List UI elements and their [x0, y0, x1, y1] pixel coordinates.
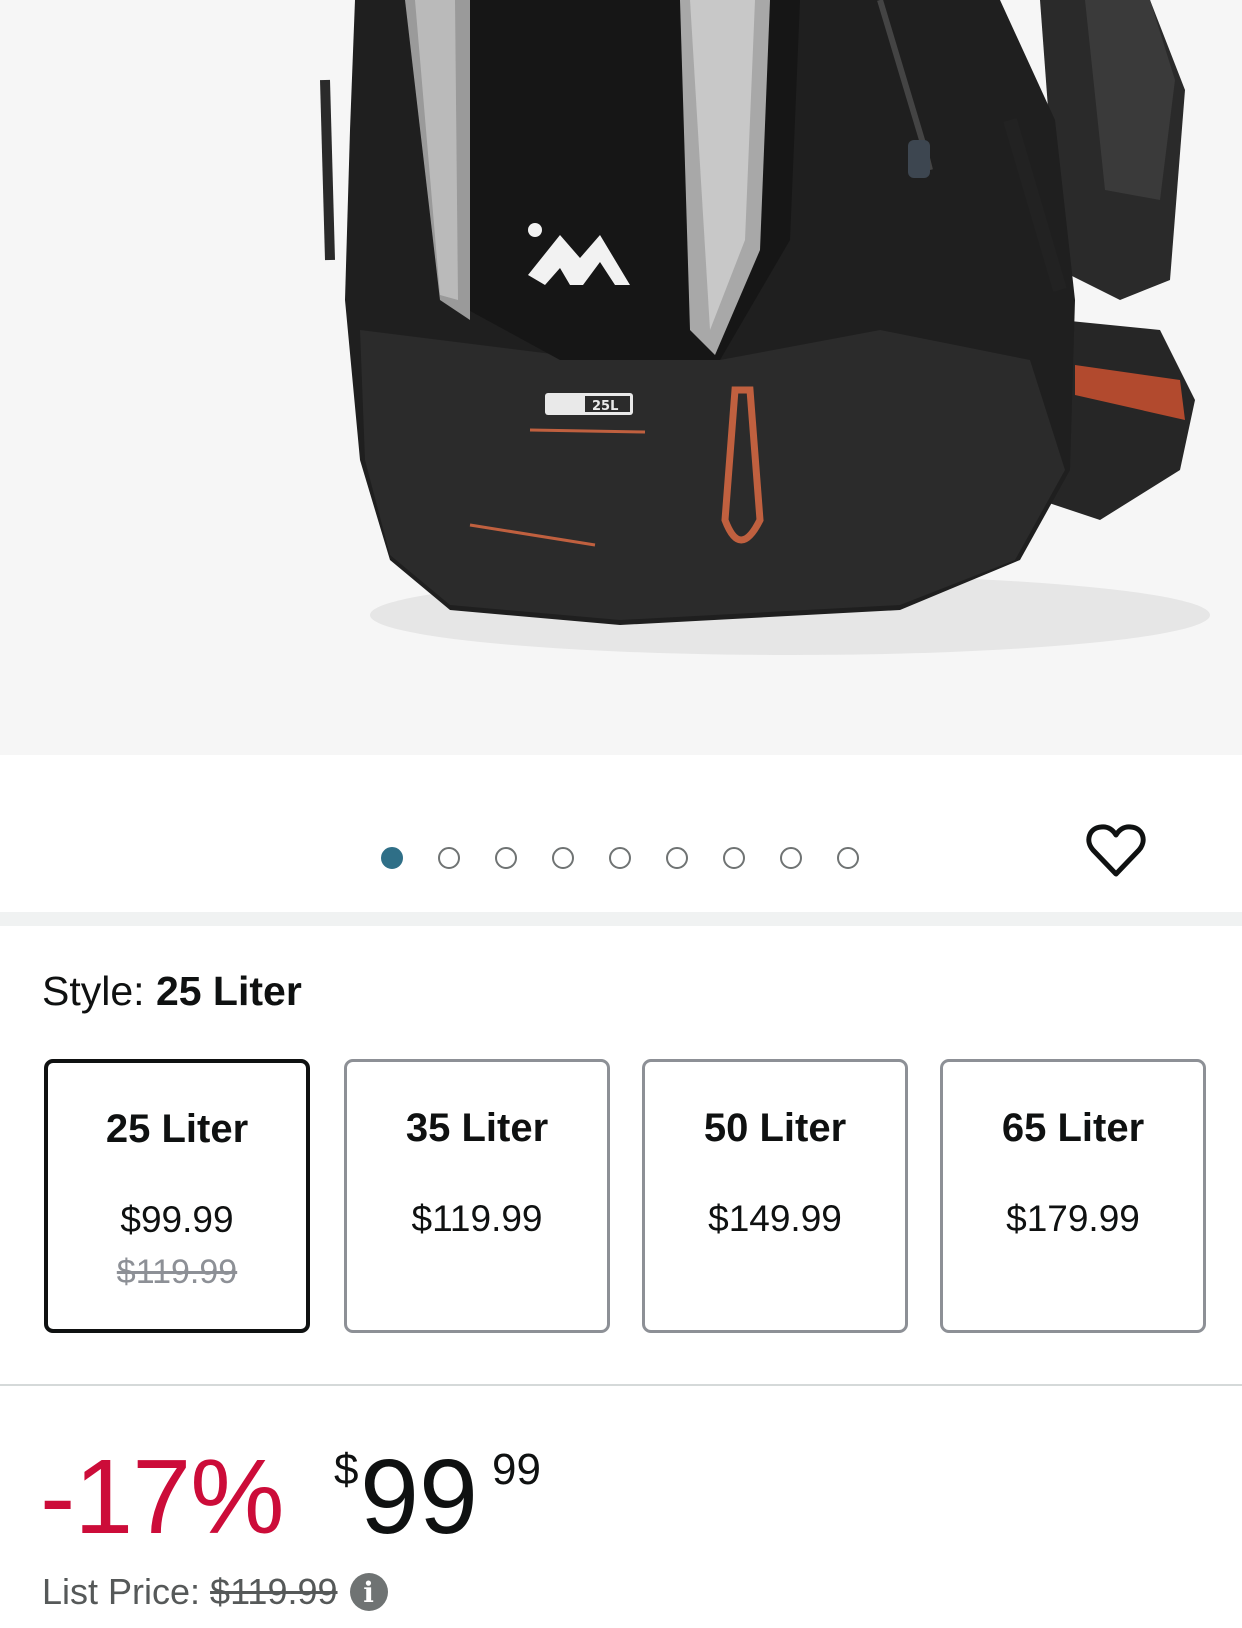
- product-image[interactable]: 25L: [0, 0, 1242, 755]
- badge-text: 25L: [592, 399, 618, 414]
- info-icon[interactable]: i: [349, 1573, 388, 1611]
- swatch-name: 35 Liter: [405, 1106, 549, 1150]
- carousel-dot[interactable]: [495, 847, 517, 869]
- list-price-label: List Price:: [42, 1571, 201, 1612]
- carousel-dot[interactable]: [723, 847, 745, 869]
- heart-outline-icon[interactable]: [1084, 819, 1148, 883]
- price-currency: $: [334, 1445, 359, 1494]
- swatch-price: $149.99: [708, 1198, 842, 1239]
- divider-line: [0, 1384, 1242, 1386]
- carousel-dot[interactable]: [381, 847, 403, 869]
- carousel-dots[interactable]: [381, 843, 894, 873]
- section-divider: [0, 912, 1242, 926]
- carousel-dot[interactable]: [666, 847, 688, 869]
- list-price-value: $119.99: [210, 1571, 338, 1612]
- price-whole: 99: [360, 1438, 478, 1556]
- style-label: Style: 25 Liter: [42, 968, 302, 1014]
- backpack-illustration: 25L: [320, 0, 1210, 655]
- swatch-price: $179.99: [1006, 1198, 1140, 1239]
- swatch-50-liter[interactable]: 50 Liter $149.99: [642, 1059, 908, 1333]
- swatch-65-liter[interactable]: 65 Liter $179.99: [940, 1059, 1206, 1333]
- carousel-dot[interactable]: [837, 847, 859, 869]
- carousel-dot[interactable]: [438, 847, 460, 869]
- swatch-name: 50 Liter: [703, 1106, 847, 1150]
- list-price-row: List Price: $119.99 i: [42, 1571, 388, 1613]
- discount-percent: -17%: [40, 1438, 284, 1556]
- carousel-dot[interactable]: [552, 847, 574, 869]
- price-fraction: 99: [492, 1445, 541, 1494]
- swatch-price: $119.99: [411, 1198, 543, 1239]
- swatch-was-price: $119.99: [116, 1253, 238, 1291]
- style-selected-value: 25 Liter: [155, 968, 302, 1014]
- swatch-name: 65 Liter: [1001, 1106, 1145, 1150]
- carousel-dot[interactable]: [780, 847, 802, 869]
- swatch-price: $99.99: [120, 1199, 234, 1240]
- swatch-35-liter[interactable]: 35 Liter $119.99: [344, 1059, 610, 1333]
- carousel-controls: [0, 755, 1242, 912]
- swatch-25-liter[interactable]: 25 Liter $99.99 $119.99: [44, 1059, 310, 1333]
- swatch-name: 25 Liter: [105, 1107, 249, 1151]
- carousel-dot[interactable]: [609, 847, 631, 869]
